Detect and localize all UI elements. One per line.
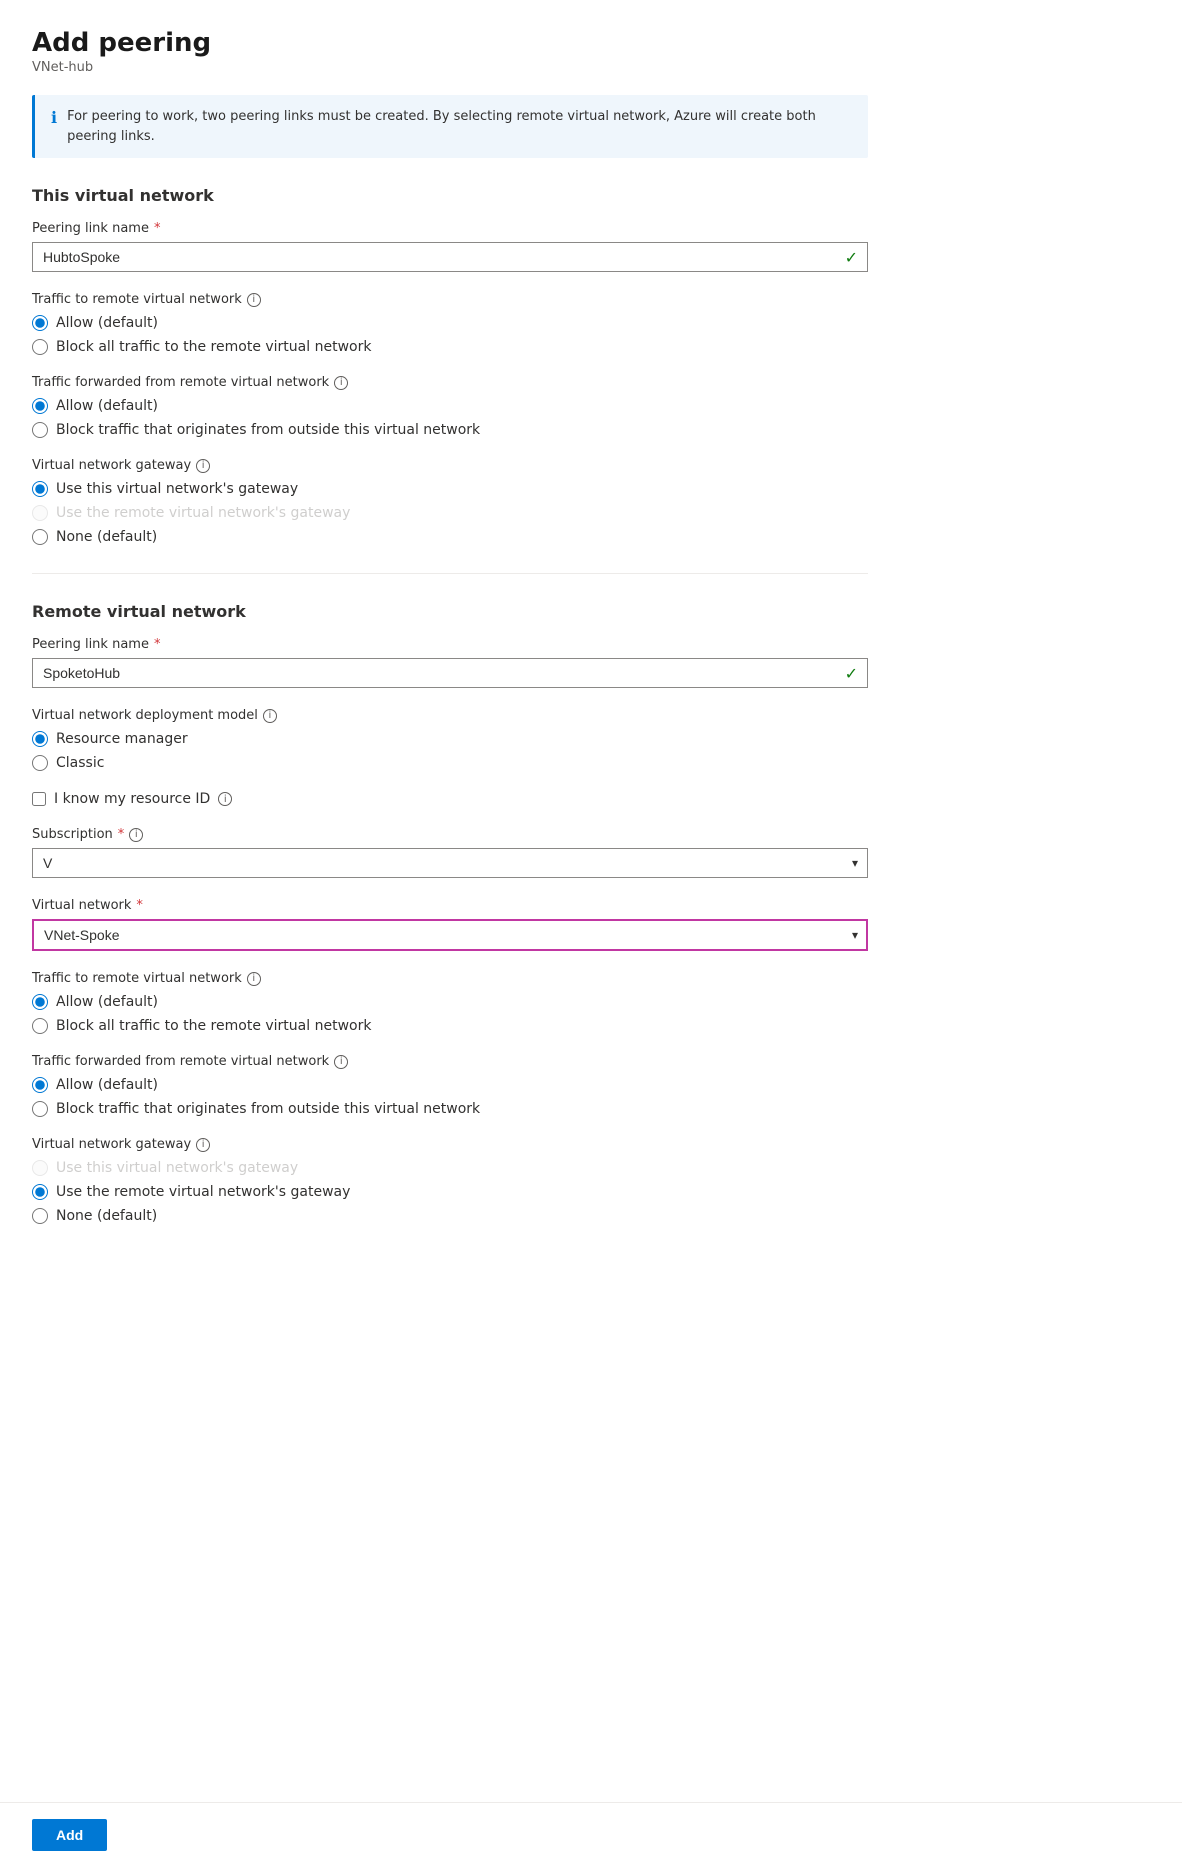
this-traffic-remote-allow[interactable]: Allow (default) [32,315,868,331]
subscription-label: Subscription * i [32,827,868,842]
remote-peering-link-name-label: Peering link name * [32,637,868,652]
this-traffic-forwarded-block[interactable]: Block traffic that originates from outsi… [32,422,868,438]
subscription-info-icon: i [129,828,143,842]
know-resource-id-checkbox[interactable] [32,792,46,806]
page-subtitle: VNet-hub [32,60,868,75]
required-indicator: * [154,221,161,236]
remote-traffic-forwarded-options: Allow (default) Block traffic that origi… [32,1077,868,1117]
this-traffic-remote-group: Traffic to remote virtual network i Allo… [32,292,868,355]
add-button[interactable]: Add [32,1819,107,1851]
remote-traffic-forwarded-info-icon: i [334,1055,348,1069]
this-peering-link-name-input[interactable] [32,242,868,272]
this-vng-none[interactable]: None (default) [32,529,868,545]
remote-peering-link-name-wrapper: ✓ [32,658,868,688]
remote-traffic-remote-info-icon: i [247,972,261,986]
remote-traffic-remote-label: Traffic to remote virtual network i [32,971,868,986]
remote-check-icon: ✓ [845,664,858,683]
this-traffic-forwarded-group: Traffic forwarded from remote virtual ne… [32,375,868,438]
deployment-model-classic[interactable]: Classic [32,755,868,771]
remote-vnet-section-title: Remote virtual network [32,602,868,621]
remote-traffic-remote-group: Traffic to remote virtual network i Allo… [32,971,868,1034]
this-peering-link-name-wrapper: ✓ [32,242,868,272]
deployment-model-resource-manager[interactable]: Resource manager [32,731,868,747]
subscription-select[interactable]: V [32,848,868,878]
know-resource-id-checkbox-item[interactable]: I know my resource ID i [32,791,868,807]
remote-vng-group: Virtual network gateway i Use this virtu… [32,1137,868,1224]
page-title: Add peering [32,28,868,58]
remote-traffic-forwarded-label: Traffic forwarded from remote virtual ne… [32,1054,868,1069]
remote-peering-link-name-input[interactable] [32,658,868,688]
know-resource-id-group: I know my resource ID i [32,791,868,807]
remote-vng-label: Virtual network gateway i [32,1137,868,1152]
virtual-network-label: Virtual network * [32,898,868,913]
traffic-forwarded-info-icon: i [334,376,348,390]
deployment-model-label: Virtual network deployment model i [32,708,868,723]
this-traffic-forwarded-label: Traffic forwarded from remote virtual ne… [32,375,868,390]
this-vng-group: Virtual network gateway i Use this virtu… [32,458,868,545]
this-vng-use-this[interactable]: Use this virtual network's gateway [32,481,868,497]
required-indicator-2: * [154,637,161,652]
info-banner: ℹ For peering to work, two peering links… [32,95,868,158]
deployment-model-options: Resource manager Classic [32,731,868,771]
remote-traffic-remote-block[interactable]: Block all traffic to the remote virtual … [32,1018,868,1034]
this-traffic-remote-block[interactable]: Block all traffic to the remote virtual … [32,339,868,355]
remote-peering-link-name-group: Peering link name * ✓ [32,637,868,688]
subscription-select-wrapper: V ▾ [32,848,868,878]
vng-info-icon: i [196,459,210,473]
remote-vng-use-remote[interactable]: Use the remote virtual network's gateway [32,1184,868,1200]
this-vng-label: Virtual network gateway i [32,458,868,473]
virtual-network-select-wrapper: VNet-Spoke ▾ [32,919,868,951]
required-indicator-4: * [136,898,143,913]
info-banner-text: For peering to work, two peering links m… [67,107,852,146]
remote-traffic-remote-allow[interactable]: Allow (default) [32,994,868,1010]
remote-traffic-forwarded-block[interactable]: Block traffic that originates from outsi… [32,1101,868,1117]
check-icon: ✓ [845,248,858,267]
bottom-bar: Add [0,1802,1182,1867]
remote-vng-options: Use this virtual network's gateway Use t… [32,1160,868,1224]
this-vng-options: Use this virtual network's gateway Use t… [32,481,868,545]
remote-traffic-forwarded-allow[interactable]: Allow (default) [32,1077,868,1093]
this-vng-use-remote: Use the remote virtual network's gateway [32,505,868,521]
remote-vng-none[interactable]: None (default) [32,1208,868,1224]
remote-vng-use-this: Use this virtual network's gateway [32,1160,868,1176]
remote-traffic-forwarded-group: Traffic forwarded from remote virtual ne… [32,1054,868,1117]
this-traffic-remote-label: Traffic to remote virtual network i [32,292,868,307]
this-traffic-forwarded-allow[interactable]: Allow (default) [32,398,868,414]
this-traffic-remote-options: Allow (default) Block all traffic to the… [32,315,868,355]
this-vnet-section-title: This virtual network [32,186,868,205]
this-traffic-forwarded-options: Allow (default) Block traffic that origi… [32,398,868,438]
traffic-remote-info-icon: i [247,293,261,307]
remote-traffic-remote-options: Allow (default) Block all traffic to the… [32,994,868,1034]
subscription-group: Subscription * i V ▾ [32,827,868,878]
virtual-network-group: Virtual network * VNet-Spoke ▾ [32,898,868,951]
deployment-model-group: Virtual network deployment model i Resou… [32,708,868,771]
required-indicator-3: * [118,827,125,842]
resource-id-info-icon: i [218,792,232,806]
deployment-model-info-icon: i [263,709,277,723]
info-icon: ℹ [51,108,57,127]
this-peering-link-name-label: Peering link name * [32,221,868,236]
this-peering-link-name-group: Peering link name * ✓ [32,221,868,272]
section-divider [32,573,868,574]
virtual-network-select[interactable]: VNet-Spoke [32,919,868,951]
remote-vng-info-icon: i [196,1138,210,1152]
